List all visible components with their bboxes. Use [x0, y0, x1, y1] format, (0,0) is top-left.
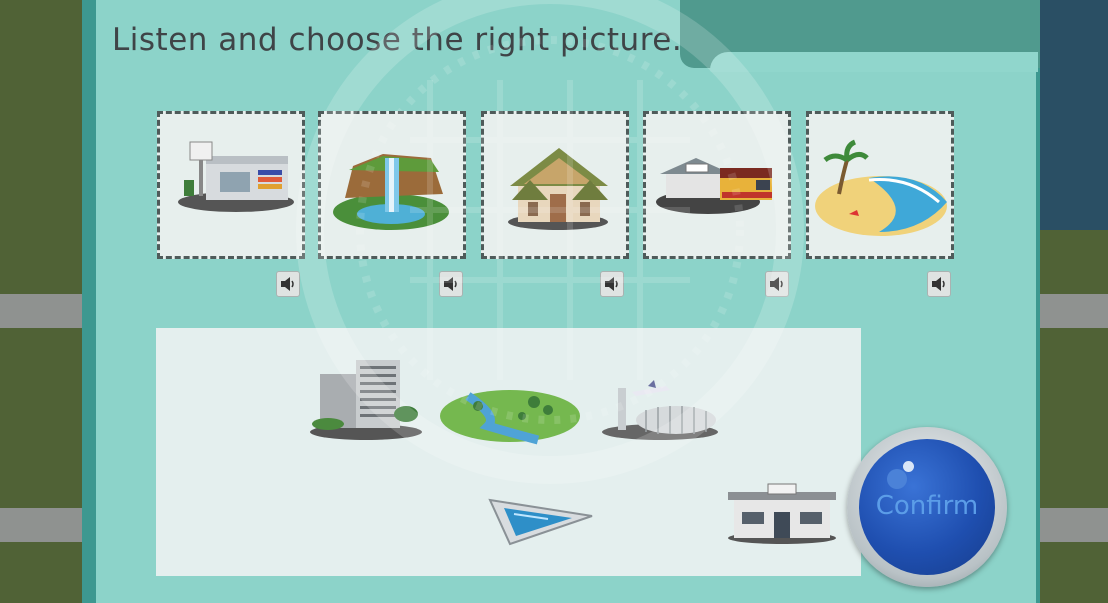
- police-station-icon[interactable]: [720, 482, 844, 544]
- panel-header-tab: [710, 52, 1038, 72]
- hotel-icon[interactable]: [306, 352, 426, 442]
- play-sound-button-1[interactable]: [276, 271, 300, 297]
- speaker-icon: [281, 277, 294, 291]
- confirm-button-ring[interactable]: Confirm: [847, 427, 1007, 587]
- choice-card-1[interactable]: [157, 111, 305, 259]
- shopping-mall-icon: [178, 141, 294, 212]
- play-sound-button-5[interactable]: [927, 271, 951, 297]
- temple-icon: [508, 148, 608, 230]
- speaker-icon: [932, 277, 945, 291]
- beach-icon: [815, 139, 947, 236]
- speaker-icon: [605, 277, 618, 291]
- bubble-highlight: [887, 469, 907, 489]
- play-sound-button-2[interactable]: [439, 271, 463, 297]
- waterfall-icon: [333, 154, 449, 230]
- speaker-icon: [770, 277, 783, 291]
- play-sound-button-3[interactable]: [600, 271, 624, 297]
- river-park-icon[interactable]: [438, 386, 582, 446]
- confirm-button[interactable]: Confirm: [859, 439, 995, 575]
- train-station-icon: [656, 158, 772, 214]
- choice-card-5[interactable]: [806, 111, 954, 259]
- airport-icon[interactable]: [596, 378, 722, 442]
- speaker-icon: [444, 277, 457, 291]
- swimming-pool-icon[interactable]: [464, 494, 596, 550]
- choice-card-4[interactable]: [643, 111, 791, 259]
- play-sound-button-4[interactable]: [765, 271, 789, 297]
- bubble-highlight: [903, 461, 914, 472]
- choice-card-3[interactable]: [481, 111, 629, 259]
- choice-card-2[interactable]: [318, 111, 466, 259]
- confirm-button-label: Confirm: [875, 491, 979, 521]
- instruction-title: Listen and choose the right picture.: [112, 22, 683, 58]
